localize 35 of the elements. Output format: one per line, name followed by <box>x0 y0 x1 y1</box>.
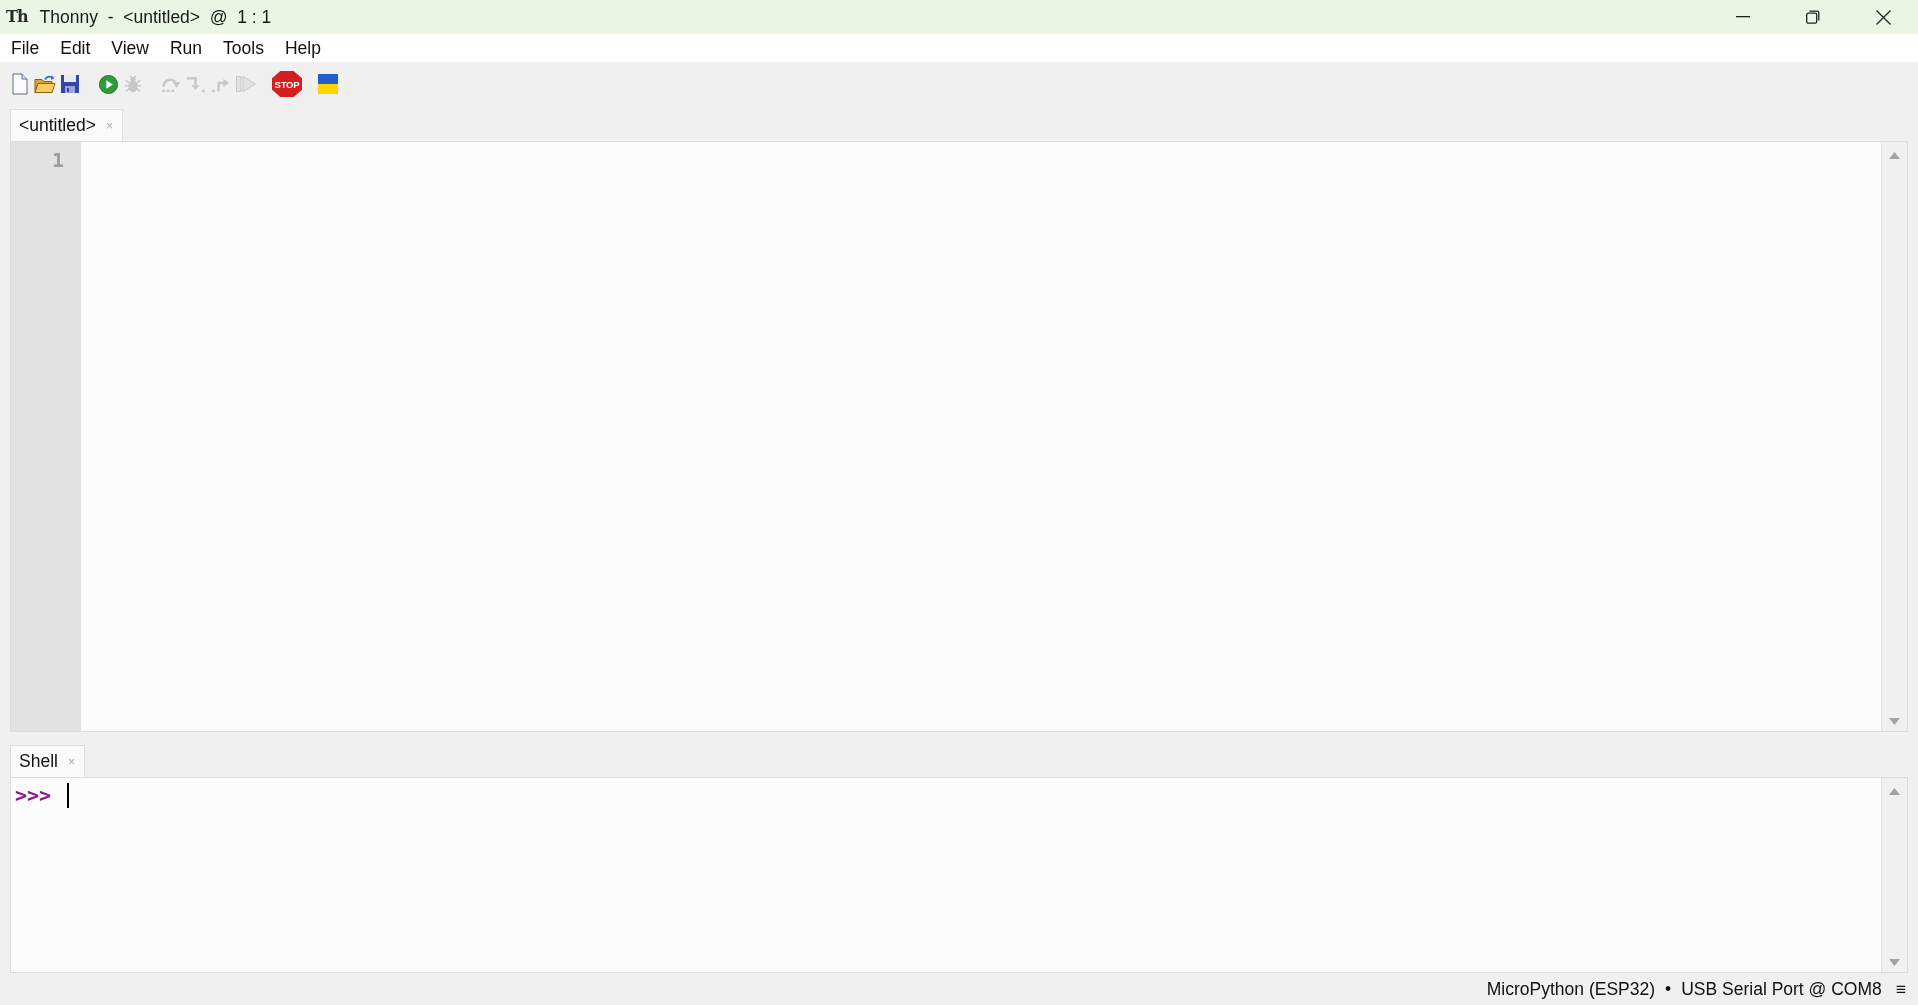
port-label[interactable]: USB Serial Port @ COM8 <box>1681 978 1882 1000</box>
scroll-up-arrow-icon[interactable] <box>1889 788 1900 795</box>
play-icon <box>98 74 118 94</box>
scroll-down-arrow-icon[interactable] <box>1889 718 1900 725</box>
scroll-up-arrow-icon[interactable] <box>1889 152 1900 159</box>
app-logo: Th <box>6 8 28 26</box>
separator-dot: • <box>1665 978 1672 1000</box>
bug-icon <box>123 74 143 94</box>
vertical-scrollbar[interactable] <box>1881 778 1907 972</box>
menu-item[interactable]: Tools <box>213 35 275 61</box>
folder-icon <box>34 74 56 94</box>
editor-tab[interactable]: <untitled> × <box>10 109 123 141</box>
menu-item[interactable]: File <box>1 35 51 61</box>
flag-icon <box>318 74 338 94</box>
restore-icon <box>1806 10 1820 24</box>
menu-item[interactable]: Run <box>160 35 214 61</box>
status-menu-button[interactable]: ≡ <box>1893 978 1908 1000</box>
page-icon <box>11 73 29 95</box>
shell-prompt: >>> <box>15 782 52 808</box>
interpreter-label[interactable]: MicroPython (ESP32) <box>1486 978 1656 1000</box>
line-number: 1 <box>51 147 64 173</box>
stop-button[interactable]: STOP <box>272 71 302 97</box>
shell-tab[interactable]: Shell × <box>10 745 85 777</box>
close-icon <box>1875 9 1891 25</box>
scroll-down-arrow-icon[interactable] <box>1889 959 1900 966</box>
window-title: Thonny - <untitled> @ 1 : 1 <box>39 6 272 28</box>
bar-play-icon <box>236 76 256 92</box>
curved-arrow-icon <box>161 75 181 93</box>
bent-down-arrow-icon <box>186 75 206 93</box>
menu-item[interactable]: View <box>101 35 160 61</box>
vertical-scrollbar[interactable] <box>1881 142 1907 731</box>
text-cursor-icon <box>67 783 70 808</box>
menu-item[interactable]: Help <box>274 35 332 61</box>
minimize-icon <box>1736 16 1750 18</box>
menu-item[interactable]: Edit <box>50 35 102 61</box>
